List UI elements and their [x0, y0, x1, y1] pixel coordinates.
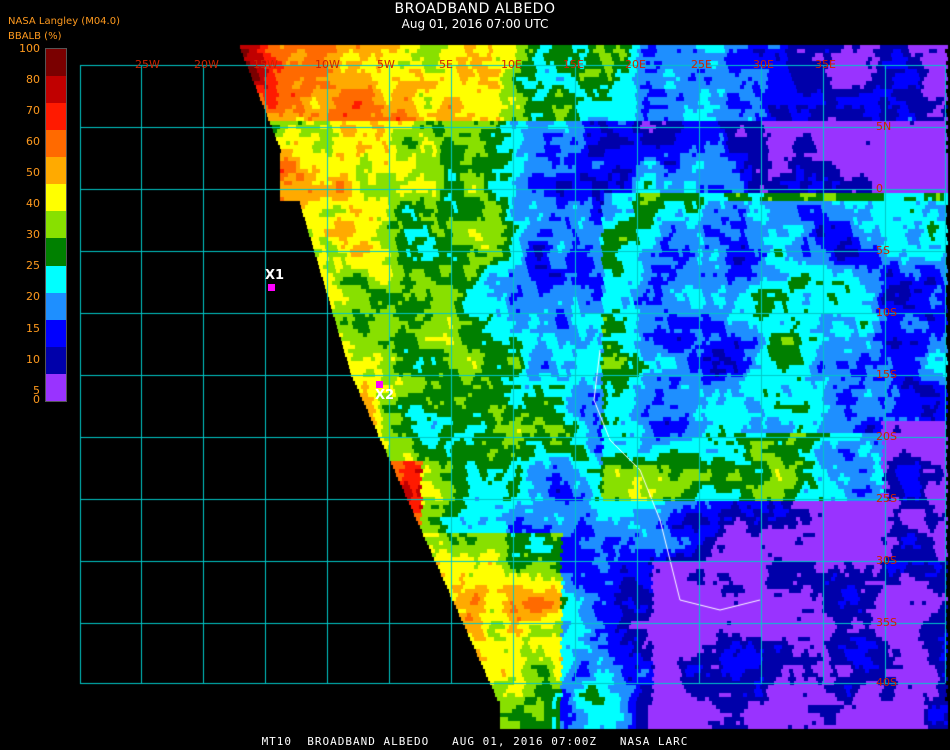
- longitude-label: 25E: [691, 58, 712, 71]
- map-timestamp: Aug 01, 2016 07:00 UTC: [401, 17, 549, 31]
- legend-tick: 20: [26, 290, 40, 303]
- longitude-label: 35E: [815, 58, 836, 71]
- footer-caption: MT10 BROADBAND ALBEDO AUG 01, 2016 07:00…: [261, 735, 689, 748]
- legend-swatch: [46, 76, 66, 104]
- latitude-label: 40S: [876, 676, 897, 689]
- longitude-label: 30E: [753, 58, 774, 71]
- legend-tick: 100: [19, 42, 40, 55]
- latitude-label: 0: [876, 182, 883, 195]
- legend-swatch: [46, 292, 66, 320]
- longitude-label: 10W: [315, 58, 340, 71]
- latitude-label: 35S: [876, 616, 897, 629]
- legend-tick: 10: [26, 353, 40, 366]
- longitude-label: 20E: [625, 58, 646, 71]
- longitude-label: 5E: [439, 58, 453, 71]
- marker-x2-label: X2: [375, 388, 395, 403]
- legend-tick: 25: [26, 259, 40, 272]
- legend-swatch: [46, 373, 66, 401]
- legend-swatch: [46, 265, 66, 293]
- longitude-label: 10E: [501, 58, 522, 71]
- legend-swatch: [46, 319, 66, 347]
- provider-label: NASA Langley (M04.0): [8, 16, 120, 27]
- legend-swatch: [46, 346, 66, 374]
- legend-tick: 60: [26, 135, 40, 148]
- legend-swatch: [46, 103, 66, 131]
- longitude-label: 15W: [253, 58, 278, 71]
- longitude-label: 25W: [135, 58, 160, 71]
- latitude-label: 30S: [876, 554, 897, 567]
- latitude-label: 15S: [876, 368, 897, 381]
- legend-tick: 30: [26, 228, 40, 241]
- legend-tick: 0: [33, 393, 40, 406]
- legend-swatch: [46, 211, 66, 239]
- marker-x1-label: X1: [265, 268, 285, 283]
- marker-x2-point: [376, 381, 383, 388]
- map-title: BROADBAND ALBEDO: [394, 1, 556, 17]
- legend-swatch: [46, 184, 66, 212]
- parameter-label: BBALB (%): [8, 31, 62, 42]
- legend-swatch: [46, 238, 66, 266]
- albedo-map-canvas: [0, 0, 950, 750]
- legend-tick: 40: [26, 197, 40, 210]
- longitude-label: 5W: [377, 58, 395, 71]
- legend-tick: 70: [26, 104, 40, 117]
- latitude-label: 5S: [876, 244, 890, 257]
- legend-tick: 15: [26, 322, 40, 335]
- legend-tick: 50: [26, 166, 40, 179]
- legend-swatch: [46, 49, 66, 77]
- longitude-label: 20W: [194, 58, 219, 71]
- latitude-label: 20S: [876, 430, 897, 443]
- latitude-label: 25S: [876, 492, 897, 505]
- legend-tick: 80: [26, 73, 40, 86]
- marker-x1-point: [268, 284, 275, 291]
- latitude-label: 10S: [876, 306, 897, 319]
- legend-swatch: [46, 157, 66, 185]
- longitude-label: 15E: [563, 58, 584, 71]
- albedo-map-display: BROADBAND ALBEDO Aug 01, 2016 07:00 UTC …: [0, 0, 950, 750]
- latitude-label: 5N: [876, 120, 892, 133]
- color-legend: [45, 48, 67, 402]
- legend-swatch: [46, 130, 66, 158]
